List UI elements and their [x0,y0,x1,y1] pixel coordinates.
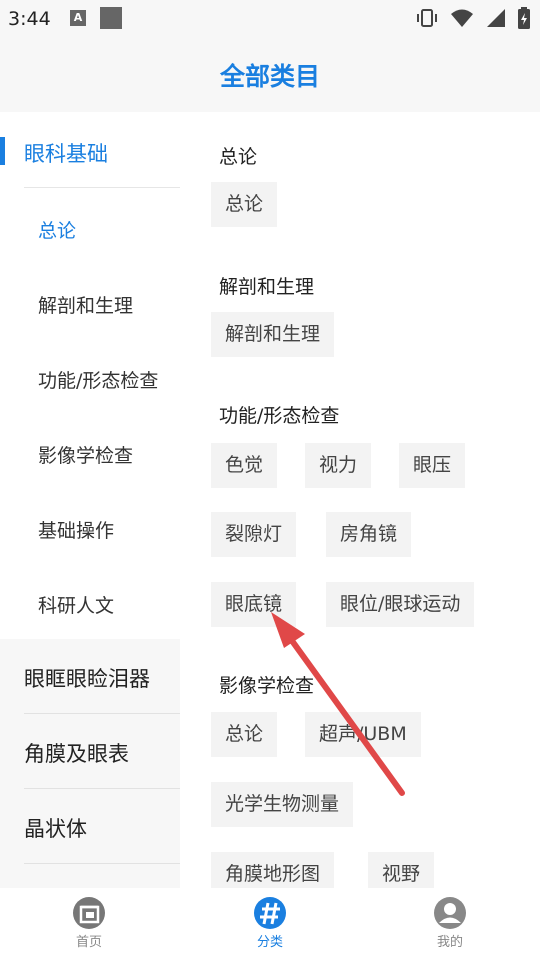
sidebar-sub-item[interactable]: 基础操作 [38,516,114,543]
sidebar-group-ophthalmology-basics[interactable]: 眼科基础 [0,112,180,188]
section-title: 功能/形态检查 [219,405,340,427]
category-chip[interactable]: 角膜地形图 [211,852,335,888]
sidebar-group-item[interactable]: 角膜及眼表 [0,714,180,789]
home-icon [73,897,105,929]
battery-icon [518,7,530,29]
category-sidebar: 眼科基础 总论 解剖和生理 功能/形态检查 影像学检查 基础操作 科研人文 眼眶… [0,112,180,888]
category-chip[interactable]: 总论 [211,712,278,757]
nav-label: 分类 [256,935,283,950]
category-chip[interactable]: 眼位/眼球运动 [326,582,475,627]
sidebar-sub-item[interactable]: 科研人文 [38,591,114,618]
sidebar-group-label: 角膜及眼表 [24,742,129,766]
sidebar-group-label: 晶状体 [24,817,87,841]
sidebar-sub-item[interactable]: 影像学检查 [38,441,133,468]
divider [24,863,180,864]
category-chip[interactable]: 超声/UBM [305,712,421,757]
profile-icon [434,897,466,929]
section-title: 影像学检查 [219,675,315,697]
nav-label: 我的 [436,935,463,950]
nav-profile[interactable]: 我的 [410,896,490,950]
nav-label: 首页 [75,935,102,950]
sidebar-sub-item[interactable]: 解剖和生理 [38,291,133,318]
sidebar-sub-item[interactable]: 功能/形态检查 [38,366,158,393]
wifi-icon [451,9,473,27]
category-chip[interactable]: 色觉 [211,443,278,488]
category-chip[interactable]: 视力 [305,443,372,488]
sidebar-group-label: 眼眶眼睑泪器 [24,667,150,691]
section-title: 解剖和生理 [219,276,315,298]
category-chip[interactable]: 眼压 [399,443,466,488]
sidebar-group-item[interactable]: 眼眶眼睑泪器 [0,639,180,714]
category-chip[interactable]: 房角镜 [326,512,412,557]
sidebar-group-label: 眼科基础 [24,142,108,166]
section-title: 总论 [219,146,258,168]
category-chip[interactable]: 解剖和生理 [211,312,335,357]
category-chip[interactable]: 眼底镜 [211,582,297,627]
category-chip[interactable]: 视野 [368,852,435,888]
sidebar-sub-item[interactable]: 总论 [38,216,76,243]
notification-square-icon [100,7,122,29]
status-icons [416,6,530,30]
category-chip[interactable]: 总论 [211,182,278,227]
category-icon [254,897,286,929]
signal-icon [487,9,505,27]
sidebar-group-item[interactable]: 晶状体 [0,789,180,864]
category-chip[interactable]: 光学生物测量 [211,782,354,827]
category-chip[interactable]: 裂隙灯 [211,512,297,557]
vibrate-icon [417,9,437,27]
nav-category[interactable]: 分类 [230,896,310,950]
divider [24,187,180,188]
active-indicator [0,137,5,165]
category-content: 总论 总论 解剖和生理 解剖和生理 功能/形态检查 色觉 视力 眼压 裂隙灯 房… [180,112,540,888]
status-time: 3:44 [8,8,51,30]
sidebar-active-group: 眼科基础 总论 解剖和生理 功能/形态检查 影像学检查 基础操作 科研人文 [0,112,180,639]
bottom-navigation: 首页 分类 我的 [0,888,540,960]
nav-home[interactable]: 首页 [49,896,129,950]
header: 全部类目 [0,40,540,112]
a-notification-icon: A [70,10,86,26]
page-title: 全部类目 [219,62,320,91]
status-bar: 3:44 A [0,0,540,40]
